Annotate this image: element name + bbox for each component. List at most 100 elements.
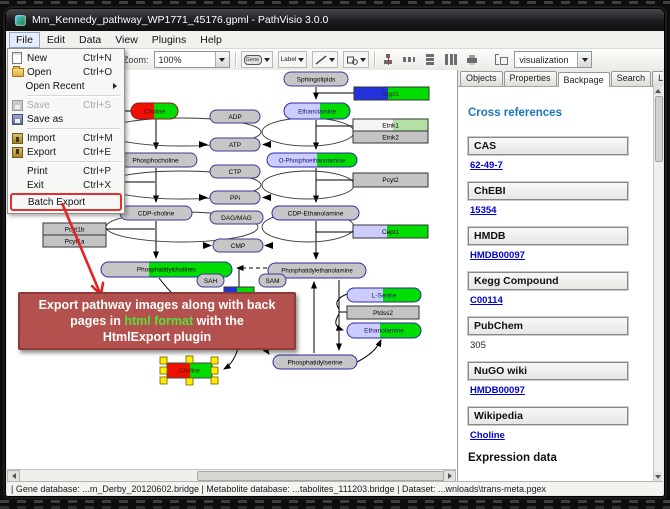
menu-data[interactable]: Data xyxy=(72,32,108,48)
node-ppi[interactable]: PPi xyxy=(210,191,260,204)
menu-item-shortcut: Ctrl+X xyxy=(83,180,119,191)
menu-file[interactable]: File xyxy=(9,32,40,48)
menu-help[interactable]: Help xyxy=(193,32,229,48)
scroll-up-icon[interactable] xyxy=(654,86,662,95)
node-l-serine[interactable]: L-Serine xyxy=(347,288,421,302)
menu-item-label: Save xyxy=(27,100,83,111)
title-bar[interactable]: Mm_Kennedy_pathway_WP1771_45176.gpml - P… xyxy=(6,9,664,31)
chevron-down-icon xyxy=(264,58,270,62)
node-cmp[interactable]: CMP xyxy=(213,239,263,252)
shape-tool[interactable] xyxy=(343,51,369,68)
menu-item-shortcut: Ctrl+N xyxy=(83,53,119,64)
node-label: Etnk1 xyxy=(382,123,399,130)
label-tool[interactable]: Label xyxy=(278,51,308,68)
menu-item-exit[interactable]: Exit Ctrl+X xyxy=(9,178,123,192)
menu-item-open-recent[interactable]: Open Recent xyxy=(9,79,123,93)
menu-edit[interactable]: Edit xyxy=(40,32,72,48)
node-pcyt2[interactable]: Pcyt2 xyxy=(353,173,428,187)
cross-references-heading: Cross references xyxy=(468,107,651,119)
node-o-phosphoethanolamine[interactable]: O-Phosphoethanolamine xyxy=(267,153,357,167)
scrollbar-thumb[interactable] xyxy=(655,96,663,162)
line-tool[interactable] xyxy=(312,51,338,68)
node-ptdss2[interactable]: Ptdss2 xyxy=(347,306,419,319)
ref-id-link[interactable]: 62-49-7 xyxy=(470,160,651,171)
node-adp[interactable]: ADP xyxy=(210,110,260,123)
menu-item-export[interactable]: Export Ctrl+E xyxy=(9,145,123,159)
visualization-combobox[interactable]: visualization xyxy=(514,51,592,68)
zoom-combobox[interactable]: 100% xyxy=(154,51,230,68)
menu-item-batch-export[interactable]: Batch Export xyxy=(12,195,120,209)
menu-item-save[interactable]: Save Ctrl+S xyxy=(9,98,123,112)
stack-horizontal-button[interactable] xyxy=(443,53,459,67)
tab-legend[interactable]: Legend xyxy=(652,71,663,86)
ref-id-link[interactable]: C00114 xyxy=(470,295,651,306)
tab-backpage[interactable]: Backpage xyxy=(558,72,610,87)
panel-icon xyxy=(495,54,507,65)
menu-view[interactable]: View xyxy=(108,32,145,48)
distribute-horizontal-icon xyxy=(403,54,415,65)
node-etnk1[interactable]: Etnk1 xyxy=(353,119,428,131)
menu-item-print[interactable]: Print Ctrl+P xyxy=(9,164,123,178)
node-pcyt1a[interactable]: Pcyt1a xyxy=(43,235,106,247)
node-sphingolipids[interactable]: Sphingolipids xyxy=(284,72,348,86)
ref-id-link[interactable]: Choline xyxy=(470,430,651,441)
menu-item-import[interactable]: Import Ctrl+M xyxy=(9,131,123,145)
scroll-down-icon[interactable] xyxy=(654,472,662,481)
distribute-horizontal-button[interactable] xyxy=(401,53,417,67)
node-ethanolamine-top[interactable]: Ethanolamine xyxy=(284,103,351,119)
ref-source-label: NuGO wiki xyxy=(468,362,628,380)
ref-section-kegg: Kegg Compound C00114 xyxy=(468,272,651,306)
node-cdp-choline[interactable]: CDP-choline xyxy=(120,206,192,220)
node-label: DAG/MAG xyxy=(221,215,252,222)
node-ctp[interactable]: CTP xyxy=(210,165,260,178)
ref-section-chebi: ChEBI 15354 xyxy=(468,182,651,216)
chevron-down-icon xyxy=(298,58,304,62)
gene-node-tool[interactable]: Gene xyxy=(241,51,273,68)
menu-item-save-as[interactable]: Save as xyxy=(9,112,123,126)
horizontal-scrollbar[interactable] xyxy=(7,469,456,481)
zoom-dropdown-icon[interactable] xyxy=(215,52,229,67)
menu-item-new[interactable]: New Ctrl+N xyxy=(9,51,123,65)
stack-vertical-button[interactable] xyxy=(422,53,438,67)
node-label: Pcyt1b xyxy=(65,227,85,234)
ref-section-hmdb: HMDB HMDB00097 xyxy=(468,227,651,261)
open-folder-icon xyxy=(12,68,27,77)
node-cdp-ethanolamine[interactable]: CDP-Ethanolamine xyxy=(272,206,359,220)
print-preview-button[interactable] xyxy=(464,53,480,67)
visualization-value: visualization xyxy=(515,55,572,65)
data-panel-button[interactable] xyxy=(493,53,509,67)
node-choline-top[interactable]: Choline xyxy=(131,103,178,119)
scroll-left-icon[interactable] xyxy=(7,470,20,482)
tab-search[interactable]: Search xyxy=(611,71,652,86)
node-etnk2[interactable]: Etnk2 xyxy=(353,131,428,143)
node-pcyt1b[interactable]: Pcyt1b xyxy=(43,223,106,235)
align-center-button[interactable] xyxy=(380,53,396,67)
node-sgpl1[interactable]: Sgpl1 xyxy=(354,87,429,100)
scroll-right-icon[interactable] xyxy=(443,470,456,482)
node-cept1[interactable]: Cept1 xyxy=(353,225,428,238)
node-phosphatidylserine[interactable]: Phosphatidylserine xyxy=(273,355,357,369)
ref-id-link[interactable]: 15354 xyxy=(470,205,651,216)
node-dag-mag[interactable]: DAG/MAG xyxy=(210,211,263,224)
ref-section-cas: CAS 62-49-7 xyxy=(468,137,651,171)
visualization-dropdown-icon[interactable] xyxy=(577,52,591,67)
ref-source-label: Wikipedia xyxy=(468,407,628,425)
node-atp[interactable]: ATP xyxy=(210,138,260,151)
tab-objects[interactable]: Objects xyxy=(460,71,503,86)
node-ethanolamine-bottom[interactable]: Ethanolamine xyxy=(347,323,421,338)
ref-id-link[interactable]: HMDB00097 xyxy=(470,385,651,396)
export-icon xyxy=(12,147,27,158)
tab-properties[interactable]: Properties xyxy=(504,71,557,86)
ref-id-link[interactable]: HMDB00097 xyxy=(470,250,651,261)
menu-item-open[interactable]: Open Ctrl+O xyxy=(9,65,123,79)
shape-icon xyxy=(346,55,358,65)
menu-plugins[interactable]: Plugins xyxy=(145,32,193,48)
import-icon xyxy=(12,133,27,144)
panel-vertical-scrollbar[interactable] xyxy=(653,86,663,481)
node-phosphocholine[interactable]: Phosphocholine xyxy=(114,153,197,167)
node-choline-selected[interactable]: Choline xyxy=(160,356,218,385)
node-sah[interactable]: SAH xyxy=(197,274,224,287)
scrollbar-thumb[interactable] xyxy=(197,471,444,481)
node-sam[interactable]: SAM xyxy=(259,274,286,287)
submenu-arrow-icon xyxy=(84,83,119,89)
